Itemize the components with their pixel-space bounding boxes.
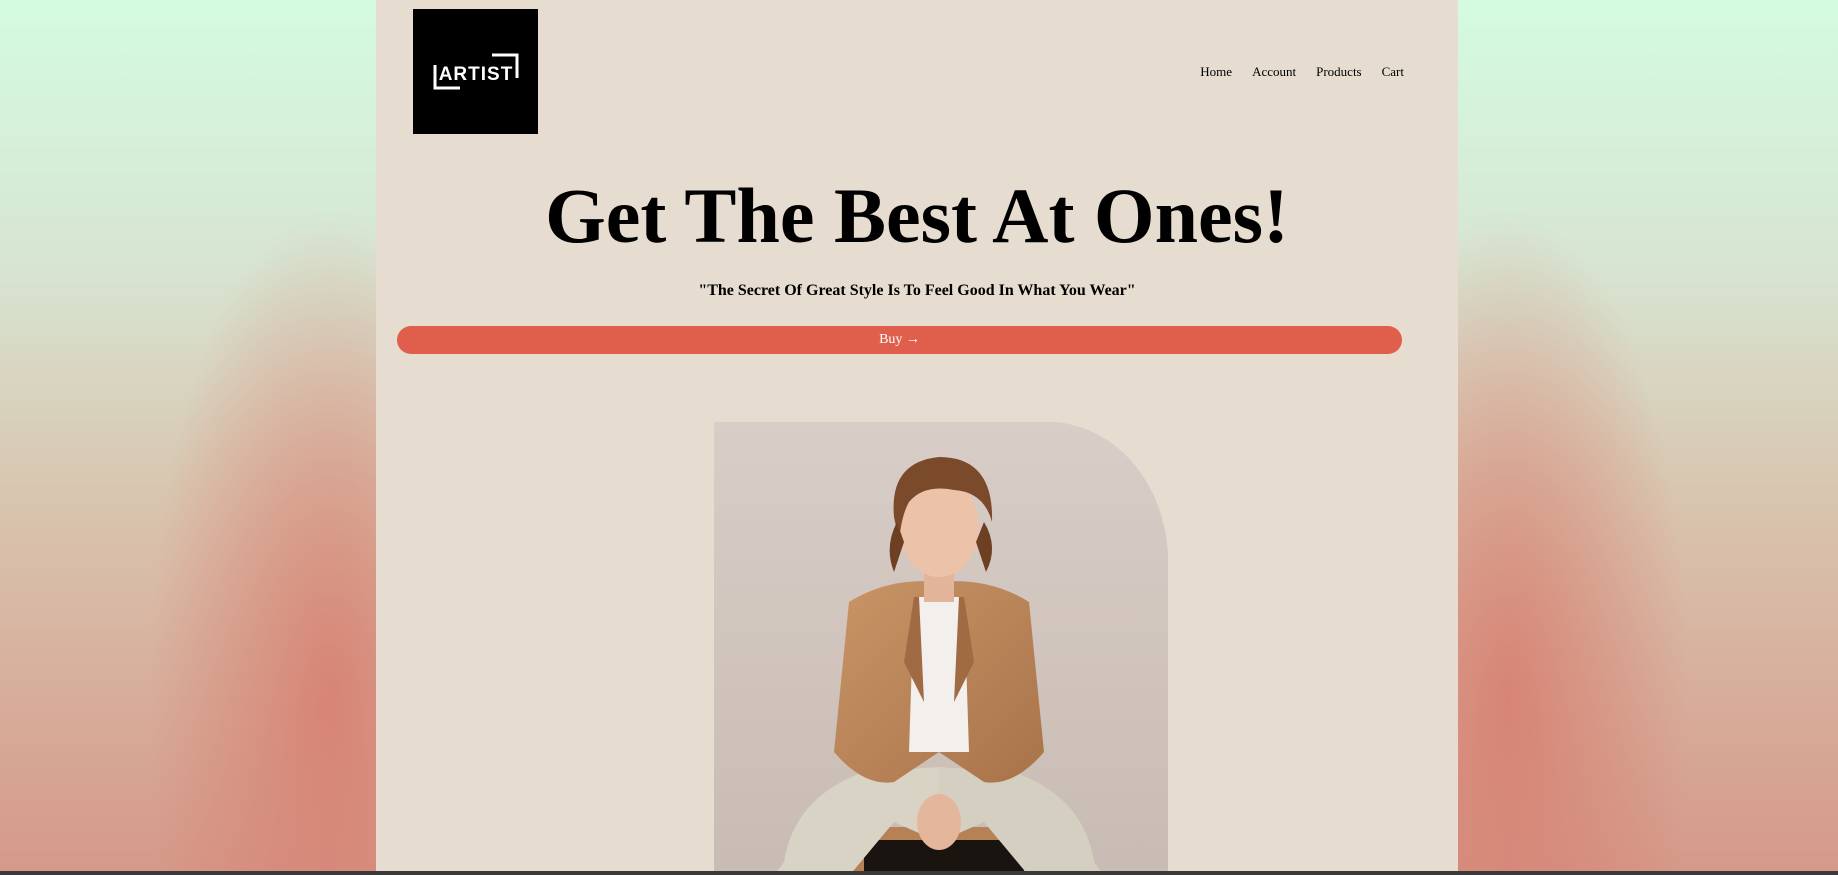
model-illustration	[714, 422, 1168, 875]
main-navigation: Home Account Products Cart	[1200, 64, 1404, 80]
nav-account-link[interactable]: Account	[1252, 64, 1296, 80]
nav-home-link[interactable]: Home	[1200, 64, 1232, 80]
nav-cart-link[interactable]: Cart	[1382, 64, 1404, 80]
artist-logo-icon: ARTIST	[433, 53, 519, 90]
nav-products-link[interactable]: Products	[1316, 64, 1362, 80]
buy-button[interactable]: Buy →	[397, 326, 1402, 354]
window-bottom-edge	[0, 871, 1838, 875]
hero-tagline: "The Secret Of Great Style Is To Feel Go…	[698, 282, 1136, 299]
background-gradient-right	[1458, 0, 1838, 875]
hero-title: Get The Best At Ones!	[545, 172, 1289, 259]
brand-logo[interactable]: ARTIST	[413, 9, 538, 134]
page-container: ARTIST Home Account Products Cart Get Th…	[376, 0, 1458, 875]
logo-wordmark: ARTIST	[439, 64, 514, 85]
hero-model-photo	[714, 422, 1168, 875]
background-gradient-left	[0, 0, 376, 875]
